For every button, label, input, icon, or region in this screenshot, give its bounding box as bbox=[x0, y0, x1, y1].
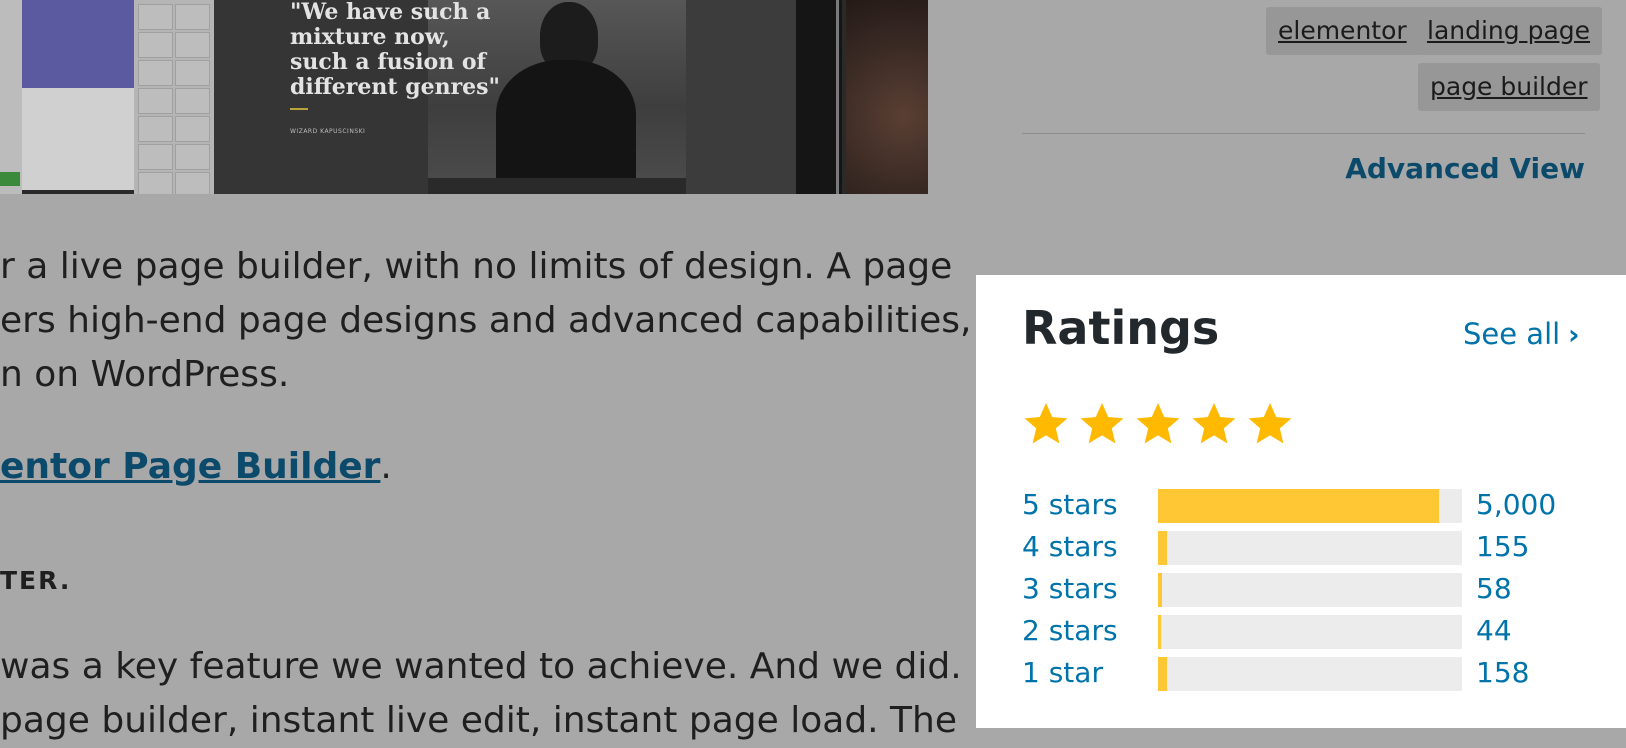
widget-panel bbox=[134, 0, 214, 194]
ratings-title: Ratings bbox=[1022, 301, 1220, 355]
widget-tile bbox=[175, 32, 210, 58]
section-heading: TER. bbox=[0, 566, 72, 595]
chevron-right-icon[interactable]: › bbox=[1568, 318, 1580, 351]
device-frame-edge bbox=[796, 0, 842, 194]
star-icon bbox=[1248, 403, 1292, 444]
widget-tile bbox=[175, 88, 210, 114]
preview-dark-right bbox=[686, 0, 796, 194]
description-link-line: entor Page Builder. bbox=[0, 440, 392, 494]
rating-bar[interactable] bbox=[1158, 573, 1462, 607]
description-line: r a live page builder, with no limits of… bbox=[0, 246, 953, 287]
tag-page-builder[interactable]: page builder bbox=[1418, 63, 1600, 111]
widget-tile bbox=[138, 144, 173, 170]
description-line: was a key feature we wanted to achieve. … bbox=[0, 646, 1020, 687]
rating-bar[interactable] bbox=[1158, 489, 1462, 523]
rating-row-label[interactable]: 5 stars bbox=[1022, 485, 1118, 525]
device-background bbox=[846, 0, 928, 194]
rating-row-3: 3 stars 58 bbox=[1022, 569, 1612, 611]
rating-bar[interactable] bbox=[1158, 657, 1462, 691]
rating-row-count[interactable]: 158 bbox=[1476, 653, 1529, 693]
widget-tile bbox=[175, 144, 210, 170]
widget-tile bbox=[138, 116, 173, 142]
rating-row-count[interactable]: 5,000 bbox=[1476, 485, 1556, 525]
rating-row-label[interactable]: 3 stars bbox=[1022, 569, 1118, 609]
plugin-banner-screenshot: "We have such a mixture now, such a fusi… bbox=[0, 0, 928, 194]
widget-tile bbox=[175, 4, 210, 30]
description-line: page builder, instant live edit, instant… bbox=[0, 700, 958, 741]
see-all-reviews-link[interactable]: See all bbox=[1463, 317, 1560, 351]
preview-white-section bbox=[22, 88, 134, 190]
rating-row-label[interactable]: 2 stars bbox=[1022, 611, 1118, 651]
rating-bar[interactable] bbox=[1158, 531, 1462, 565]
rating-bar-fill bbox=[1158, 657, 1168, 691]
description-line: n on WordPress. bbox=[0, 354, 290, 395]
widget-tile bbox=[138, 172, 173, 194]
rating-bar-fill bbox=[1158, 615, 1161, 649]
rating-row-count[interactable]: 58 bbox=[1476, 569, 1512, 609]
advanced-view-link[interactable]: Advanced View bbox=[1345, 152, 1585, 185]
tag-landing-page[interactable]: landing page bbox=[1415, 7, 1603, 55]
link-suffix: . bbox=[380, 446, 392, 487]
portrait-body bbox=[496, 60, 636, 178]
quote-accent-line bbox=[290, 108, 308, 110]
description-line: ers high-end page designs and advanced c… bbox=[0, 300, 972, 341]
star-icon bbox=[1136, 403, 1180, 444]
star-icon bbox=[1024, 403, 1068, 444]
widget-tile bbox=[138, 32, 173, 58]
rating-bar-fill bbox=[1158, 531, 1168, 565]
rating-row-5: 5 stars 5,000 bbox=[1022, 485, 1612, 527]
rating-row-label[interactable]: 1 star bbox=[1022, 653, 1103, 693]
sidebar-divider bbox=[1022, 133, 1585, 134]
rating-bar-fill bbox=[1158, 489, 1440, 523]
widget-tile bbox=[138, 88, 173, 114]
rating-bar[interactable] bbox=[1158, 615, 1462, 649]
publish-button-fragment bbox=[0, 172, 20, 186]
rating-row-2: 2 stars 44 bbox=[1022, 611, 1612, 653]
widget-tile bbox=[175, 116, 210, 142]
rating-row-count[interactable]: 44 bbox=[1476, 611, 1512, 651]
rating-row-4: 4 stars 155 bbox=[1022, 527, 1612, 569]
widget-tile bbox=[138, 4, 173, 30]
star-icon bbox=[1080, 403, 1124, 444]
elementor-page-builder-link[interactable]: entor Page Builder bbox=[0, 446, 380, 487]
widget-tile bbox=[175, 172, 210, 194]
banner-quote: "We have such a mixture now, such a fusi… bbox=[290, 0, 501, 100]
quote-author: WIZARD KAPUSCINSKI bbox=[290, 128, 366, 135]
preview-purple-section bbox=[22, 0, 134, 88]
ratings-card: Ratings See all › 5 stars 5,000 4 stars … bbox=[976, 275, 1626, 728]
rating-row-1: 1 star 158 bbox=[1022, 653, 1612, 695]
rating-row-count[interactable]: 155 bbox=[1476, 527, 1529, 567]
rating-breakdown: 5 stars 5,000 4 stars 155 3 stars 58 2 s… bbox=[1022, 485, 1612, 695]
rating-row-label[interactable]: 4 stars bbox=[1022, 527, 1118, 567]
widget-tile bbox=[175, 60, 210, 86]
editor-canvas-edge bbox=[0, 0, 22, 194]
average-rating-stars bbox=[1022, 400, 1294, 448]
rating-bar-fill bbox=[1158, 573, 1162, 607]
widget-tile bbox=[138, 60, 173, 86]
star-icon bbox=[1192, 403, 1236, 444]
tag-elementor[interactable]: elementor bbox=[1266, 7, 1419, 55]
